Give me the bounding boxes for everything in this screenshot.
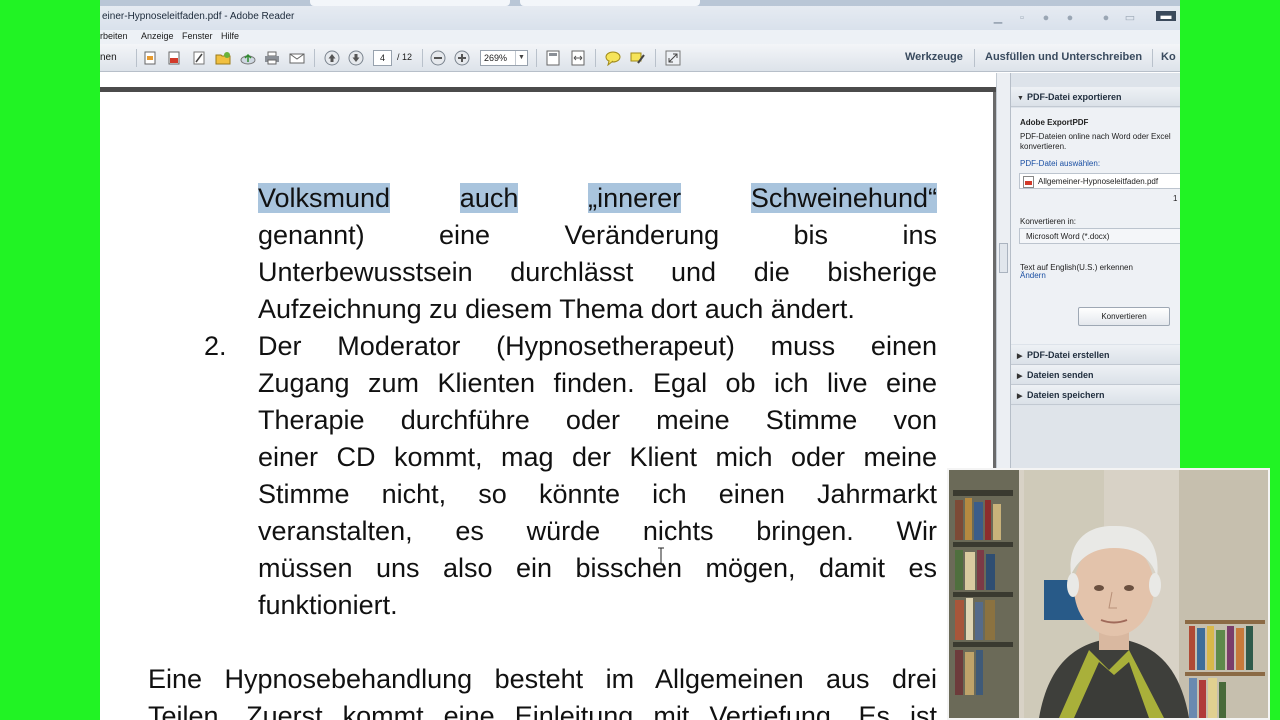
restore-icon[interactable]: ▫: [1012, 12, 1032, 24]
selected-word: Schweinehund“: [750, 183, 937, 213]
doc-line: Stimme nicht, so könnte ich einen Jahrma…: [258, 479, 937, 509]
comment-icon[interactable]: [605, 50, 621, 66]
browser-tab[interactable]: [520, 0, 700, 6]
expand-icon[interactable]: [665, 50, 681, 66]
chevron-down-icon[interactable]: ▼: [515, 51, 527, 65]
doc-line: funktioniert.: [258, 590, 398, 620]
doc-line: veranstalten, es würde nichts bringen. W…: [258, 516, 937, 546]
pdf-file-icon: [1023, 176, 1034, 188]
choose-file-label: PDF-Datei auswählen:: [1020, 159, 1101, 168]
next-page-icon[interactable]: [348, 50, 364, 66]
highlight-icon[interactable]: [629, 50, 645, 66]
menu-window[interactable]: Fenster: [182, 31, 213, 41]
create-pdf-header[interactable]: ▶ PDF-Datei erstellen: [1011, 345, 1180, 365]
previous-page-icon[interactable]: [324, 50, 340, 66]
doc-line: Der Moderator (Hypnosetherapeut) muss ei…: [258, 331, 937, 361]
list-number: 2.: [204, 331, 227, 361]
doc-line: Unterbewusstsein durchlässt und die bish…: [258, 257, 937, 287]
scrollbar-grip[interactable]: [999, 243, 1008, 273]
document-view[interactable]: Volksmund auch „innerer Schweinehund“ ge…: [100, 73, 996, 720]
save-files-header[interactable]: ▶ Dateien speichern: [1011, 385, 1180, 405]
triangle-right-icon: ▶: [1017, 373, 1023, 380]
fit-page-icon[interactable]: [545, 50, 561, 66]
triangle-right-icon: ▶: [1017, 353, 1023, 360]
export-pdf-header[interactable]: ▼ PDF-Datei exportieren: [1011, 87, 1180, 107]
triangle-right-icon: ▶: [1017, 393, 1023, 400]
change-language-link[interactable]: Ändern: [1020, 271, 1046, 280]
close-icon[interactable]: ▬: [1156, 11, 1176, 22]
edit-icon[interactable]: [191, 50, 207, 66]
zoom-in-icon[interactable]: [454, 50, 470, 66]
comment-tab[interactable]: Ko: [1161, 51, 1176, 63]
menu-bar: rbeiten Anzeige Fenster Hilfe: [100, 30, 1180, 44]
convert-format-select[interactable]: Microsoft Word (*.docx): [1019, 228, 1180, 244]
doc-line: Zugang zum Klienten finden. Egal ob ich …: [258, 368, 937, 398]
doc-line: Eine Hypnosebehandlung besteht im Allgem…: [148, 664, 937, 694]
settings-icon[interactable]: ●: [1096, 12, 1116, 24]
export-description: PDF-Dateien online nach Word oder Excel: [1020, 132, 1171, 141]
file-count: 1: [1173, 194, 1178, 203]
selected-word: Volksmund: [258, 183, 391, 213]
doc-line: Aufzeichnung zu diesem Thema dort auch ä…: [258, 294, 855, 324]
maximize-icon[interactable]: ▭: [1120, 12, 1140, 24]
zoom-level-select[interactable]: 269% ▼: [480, 50, 528, 66]
cloud-upload-icon[interactable]: [240, 50, 256, 66]
convert-to-label: Konvertieren in:: [1020, 217, 1077, 226]
open-folder-icon[interactable]: [215, 50, 231, 66]
main-toolbar: nen 4 / 12 269% ▼ Werkzeuge Ausfüllen un…: [100, 44, 1180, 72]
minimize-icon[interactable]: ▁: [988, 12, 1008, 24]
menu-help[interactable]: Hilfe: [221, 31, 239, 41]
webcam-person-image: [949, 470, 1268, 718]
menu-edit[interactable]: rbeiten: [100, 31, 128, 41]
zoom-out-icon[interactable]: [430, 50, 446, 66]
browser-tab[interactable]: [310, 0, 510, 6]
print-preview-icon[interactable]: [142, 50, 158, 66]
print-icon[interactable]: [264, 50, 280, 66]
page-total: / 12: [397, 52, 413, 62]
file-name: Allgemeiner-Hypnoseleitfaden.pdf: [1038, 177, 1159, 186]
doc-line-highlighted: Volksmund auch „innerer Schweinehund“: [258, 180, 937, 217]
toolbar-partial-label[interactable]: nen: [100, 52, 117, 63]
send-files-header[interactable]: ▶ Dateien senden: [1011, 365, 1180, 385]
doc-line: Teilen. Zuerst kommt eine Einleitung mit…: [148, 701, 937, 720]
export-pdf-panel: Adobe ExportPDF PDF-Dateien online nach …: [1011, 108, 1180, 344]
page-number-input[interactable]: 4: [373, 50, 392, 66]
doc-line: einer CD kommt, mag der Klient mich oder…: [258, 442, 937, 472]
email-icon[interactable]: [289, 50, 305, 66]
menu-icon[interactable]: ●: [1060, 12, 1080, 24]
export-description: konvertieren.: [1020, 142, 1067, 151]
doc-line: genannt) eine Veränderung bis ins: [258, 220, 937, 250]
pin-icon[interactable]: ●: [1036, 12, 1056, 24]
triangle-down-icon: ▼: [1017, 95, 1024, 102]
fit-width-icon[interactable]: [570, 50, 586, 66]
doc-line: müssen uns also ein bisschen mögen, dami…: [258, 553, 937, 583]
selected-word: „innerer: [588, 183, 682, 213]
text-cursor-icon: [658, 547, 664, 565]
doc-line: Therapie durchführe oder meine Stimme vo…: [258, 405, 937, 435]
export-title: Adobe ExportPDF: [1020, 118, 1089, 127]
convert-format-value: Microsoft Word (*.docx): [1026, 232, 1110, 241]
create-pdf-icon[interactable]: [166, 50, 182, 66]
window-title: einer-Hypnoseleitfaden.pdf - Adobe Reade…: [102, 11, 295, 22]
title-bar: einer-Hypnoseleitfaden.pdf - Adobe Reade…: [100, 0, 1180, 30]
menu-view[interactable]: Anzeige: [141, 31, 174, 41]
selected-file-field[interactable]: Allgemeiner-Hypnoseleitfaden.pdf: [1019, 173, 1180, 189]
selected-word: auch: [459, 183, 519, 213]
zoom-level-value: 269%: [484, 53, 508, 63]
tools-tab[interactable]: Werkzeuge: [905, 51, 963, 63]
fill-sign-tab[interactable]: Ausfüllen und Unterschreiben: [985, 51, 1142, 63]
convert-button[interactable]: Konvertieren: [1078, 307, 1170, 326]
page-top-border: [100, 87, 996, 92]
webcam-overlay: [947, 468, 1270, 720]
